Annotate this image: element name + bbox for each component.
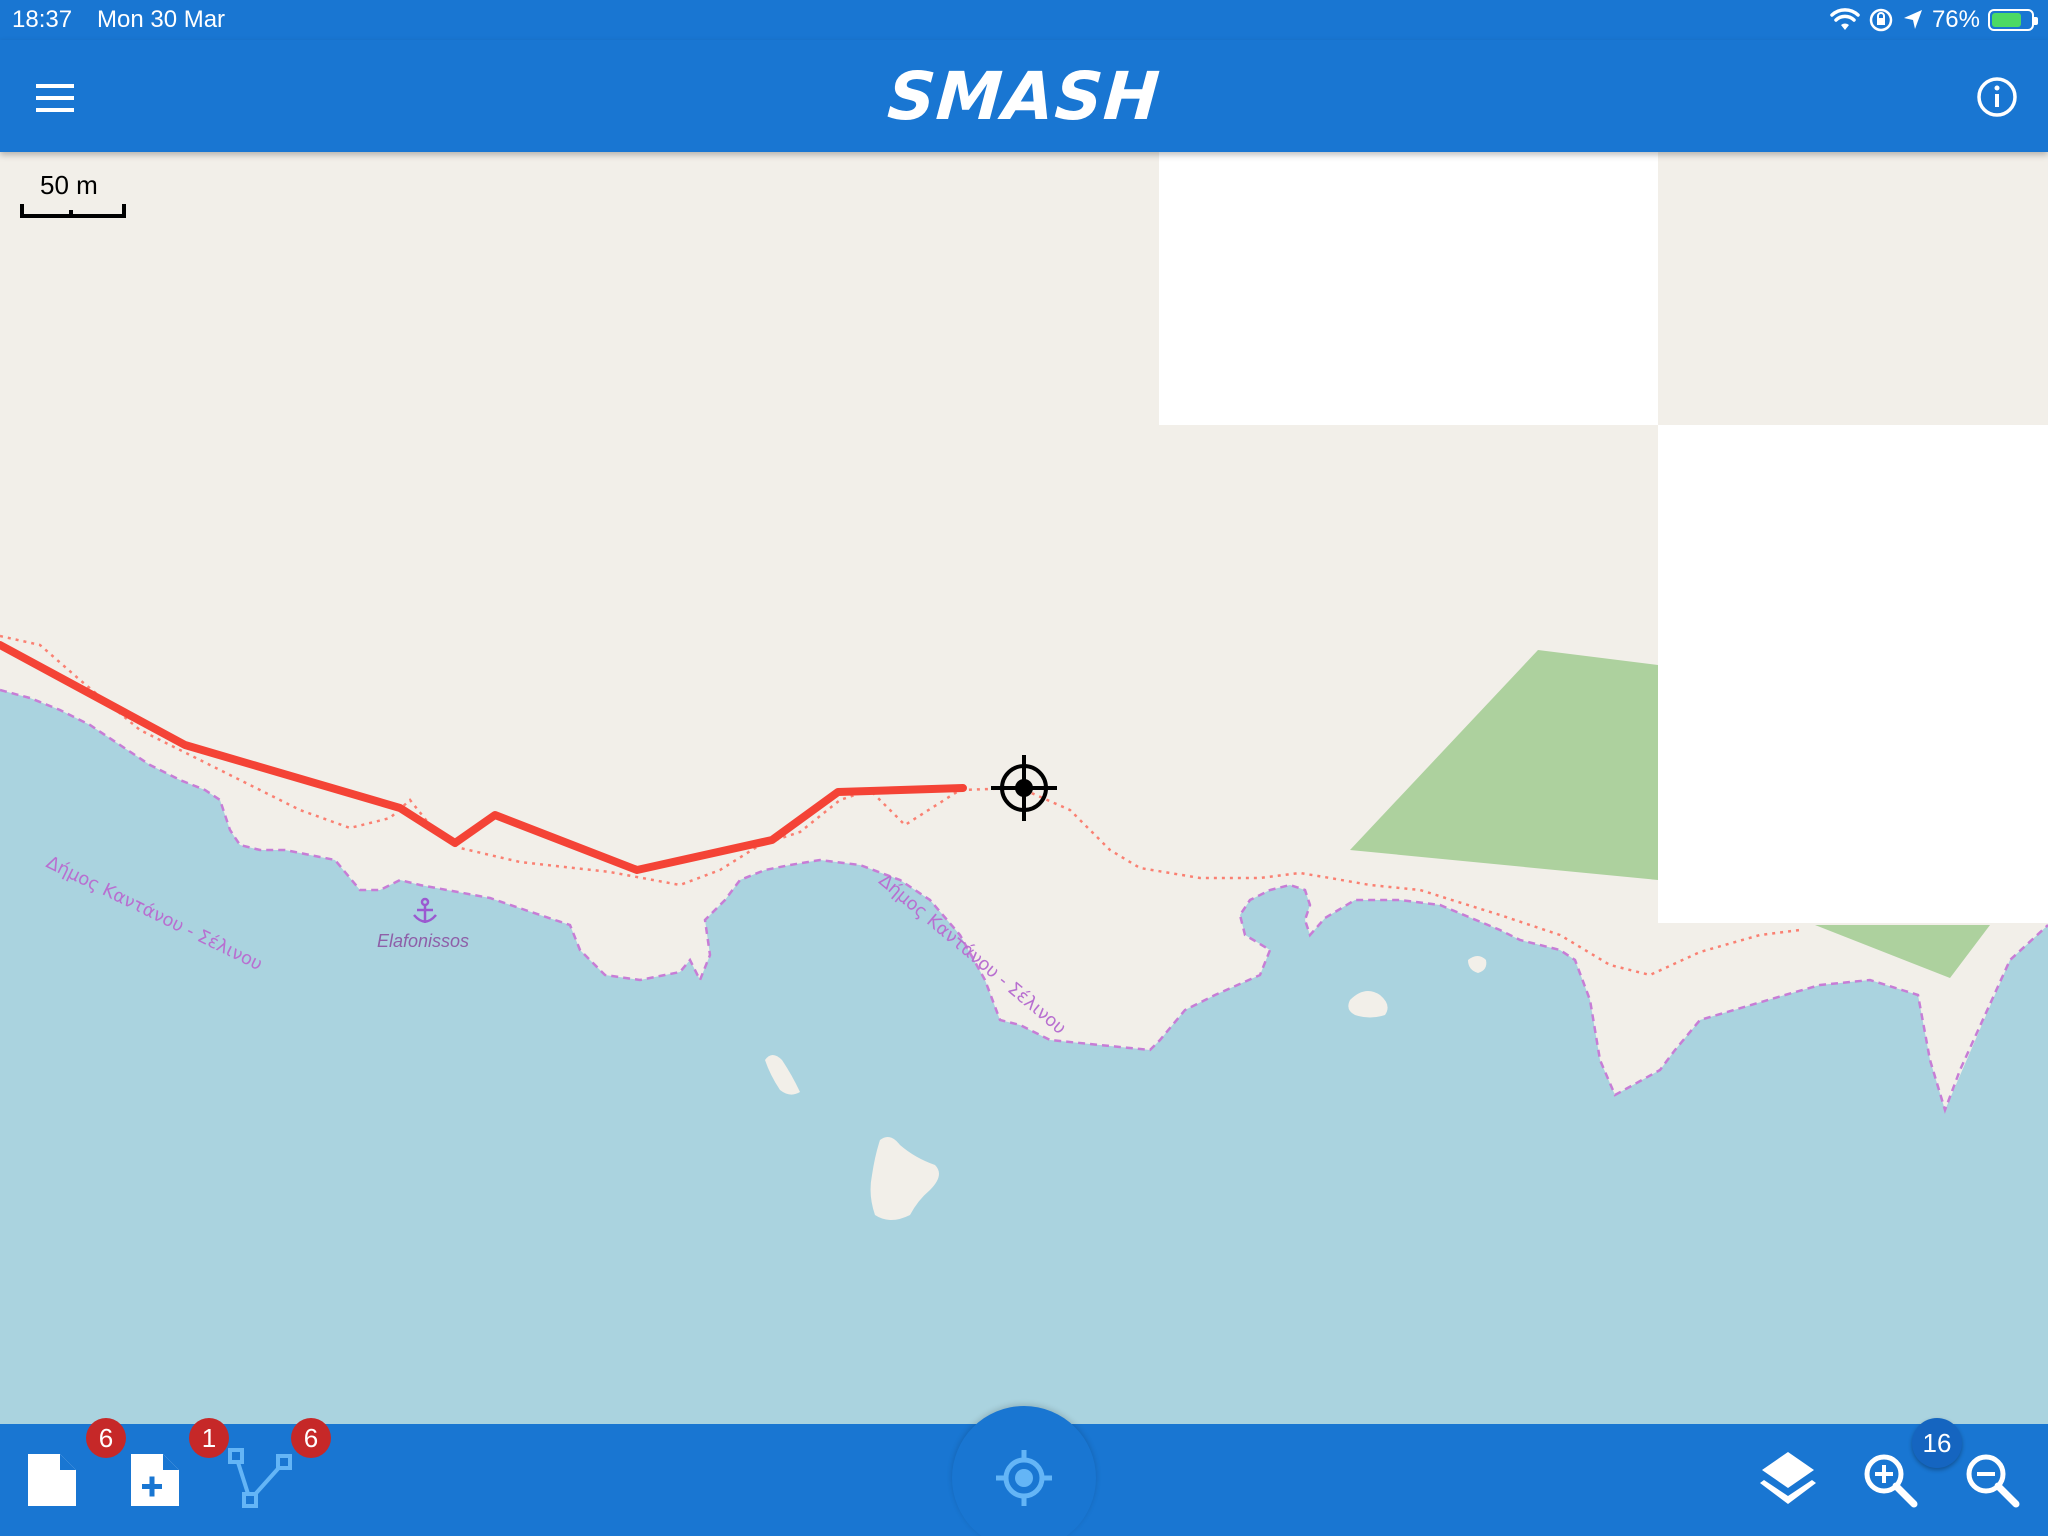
- scale-mid-tick: [69, 210, 73, 218]
- missing-tile: [1159, 152, 1658, 425]
- island: [1468, 956, 1487, 973]
- island: [765, 1055, 800, 1095]
- status-date: Mon 30 Mar: [97, 6, 226, 33]
- island: [870, 1136, 939, 1220]
- battery-percent: 76%: [1931, 6, 1980, 33]
- add-note-icon[interactable]: [127, 1452, 183, 1508]
- location-arrow-icon: [1903, 10, 1922, 29]
- missing-tile: [1658, 425, 2048, 923]
- place-label-elafonissos: Elafonissos: [377, 931, 470, 951]
- scale-line: [20, 204, 126, 218]
- orientation-lock-icon: [1869, 8, 1893, 32]
- app-title: SMASH: [885, 58, 1163, 135]
- battery-charging-icon: [1988, 9, 2038, 31]
- logs-count-badge: 6: [291, 1418, 331, 1458]
- zoom-level-badge: 16: [1912, 1418, 1962, 1468]
- wifi-icon: [1830, 8, 1860, 30]
- anchor-icon: [413, 897, 437, 923]
- map-view[interactable]: Elafonissos Δήμος Καντάνου - Σέλινου Δήμ…: [0, 152, 2048, 1424]
- notes-count-badge: 6: [86, 1418, 126, 1458]
- status-time: 18:37: [12, 6, 73, 33]
- zoom-in-icon[interactable]: [1860, 1450, 1920, 1510]
- zoom-out-icon[interactable]: [1962, 1450, 2022, 1510]
- center-on-gps-icon[interactable]: [994, 1448, 1054, 1508]
- add-note-count-badge: 1: [189, 1418, 229, 1458]
- layers-icon[interactable]: [1758, 1448, 1818, 1508]
- scale-bar: 50 m: [20, 170, 128, 220]
- app-bar: SMASH: [0, 40, 2048, 152]
- scale-label: 50 m: [40, 170, 98, 200]
- notes-icon[interactable]: [24, 1452, 80, 1508]
- gps-log-icon[interactable]: [228, 1448, 294, 1510]
- map-canvas[interactable]: [0, 152, 2048, 1424]
- status-bar: 18:37 Mon 30 Mar 76%: [0, 0, 2048, 40]
- status-icons: 76%: [1830, 6, 2038, 34]
- island: [1348, 991, 1388, 1018]
- info-icon[interactable]: [1974, 74, 2020, 120]
- battery-level-fill: [1992, 13, 2021, 27]
